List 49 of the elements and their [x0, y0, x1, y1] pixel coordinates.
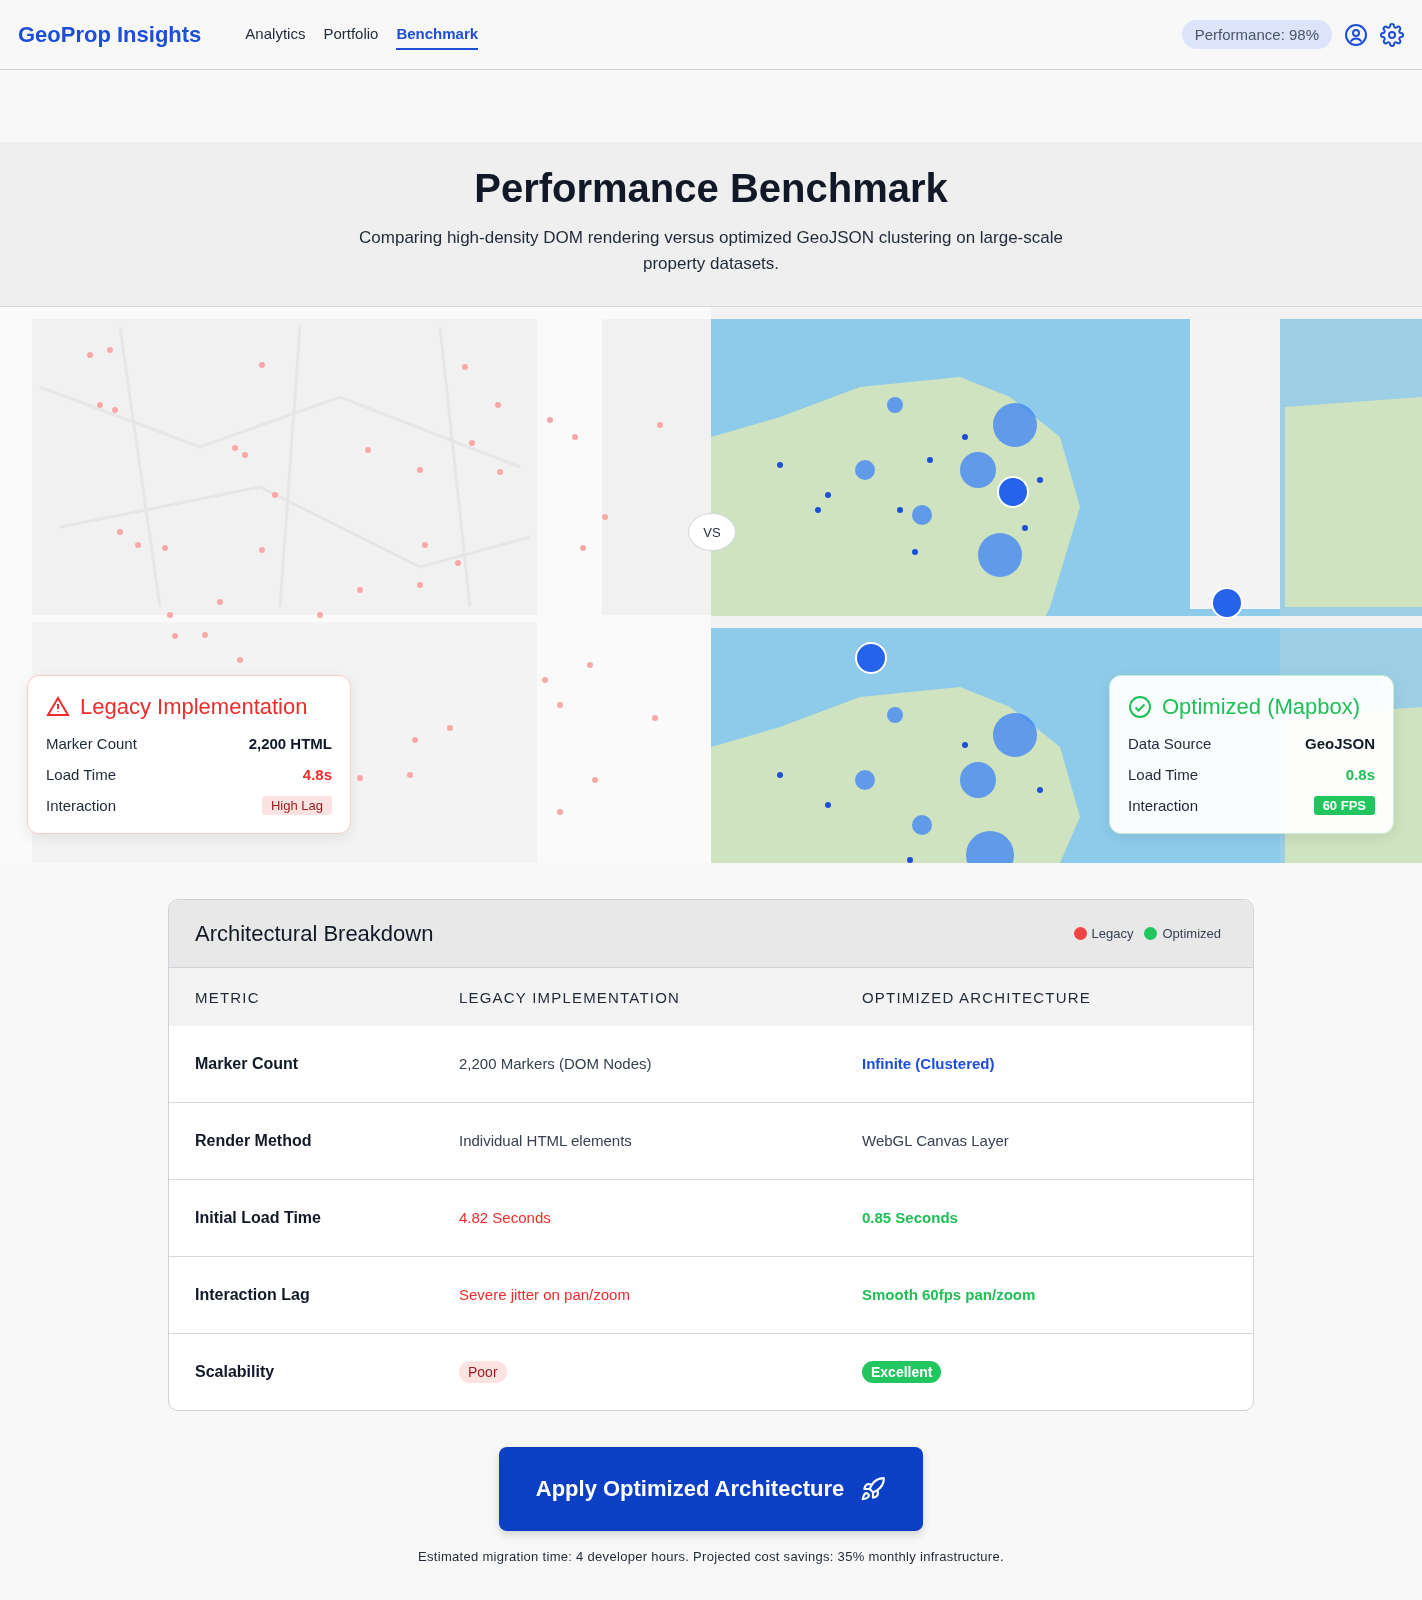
footnote: Estimated migration time: 4 developer hours. Projected cost savings: 35% monthly infrastructure.: [417, 1549, 1005, 1564]
user-icon[interactable]: [1344, 22, 1368, 47]
column-header: LEGACY IMPLEMENTATION: [459, 988, 682, 1006]
rocket-icon: [860, 1476, 887, 1502]
page-title: Performance Benchmark: [474, 166, 948, 211]
table-cell-text: Render Method: [195, 1132, 313, 1150]
metric-label: Interaction: [46, 797, 117, 814]
apply-button[interactable]: Apply Optimized Architecture: [499, 1447, 923, 1531]
card-title: Architectural Breakdown: [195, 920, 434, 947]
performance-badge: Performance: 98%: [1181, 20, 1332, 49]
metric-label: Load Time: [1128, 766, 1199, 783]
settings-icon[interactable]: [1380, 22, 1404, 47]
legend-label: Optimized: [1162, 926, 1221, 941]
nav-tab[interactable]: Portfolio: [323, 19, 379, 50]
metric-value: 4.8s: [302, 766, 332, 783]
status-badge: Poor: [459, 1361, 507, 1383]
metric-label: Marker Count: [46, 735, 137, 752]
column-header: METRIC: [195, 988, 261, 1006]
metric-label: Interaction: [1128, 797, 1199, 814]
status-badge: 60 FPS: [1313, 796, 1375, 815]
metric-value: 0.8s: [1345, 766, 1375, 783]
table-cell-text: Marker Count: [195, 1055, 300, 1073]
table-cell: Smooth 60fps pan/zoom: [862, 1286, 1036, 1303]
metric-label: Data Source: [1128, 735, 1212, 752]
metric-value: GeoJSON: [1304, 735, 1375, 752]
status-badge: High Lag: [261, 796, 332, 815]
table-cell: WebGL Canvas Layer: [862, 1132, 1009, 1149]
table-cell: Severe jitter on pan/zoom: [459, 1286, 630, 1303]
page-subtitle: Comparing high-density DOM rendering versus optimized GeoJSON clustering on large-scale property datasets.: [358, 227, 1064, 275]
table-cell-text: Scalability: [195, 1363, 276, 1381]
metric-label: Load Time: [46, 766, 117, 783]
status-badge: Excellent: [862, 1361, 942, 1383]
table-cell: Infinite (Clustered): [862, 1055, 995, 1072]
column-header: OPTIMIZED ARCHITECTURE: [862, 988, 1092, 1006]
brand-logo[interactable]: GeoProp Insights: [18, 21, 202, 48]
metric-value: 2,200 HTML: [248, 735, 332, 752]
check-circle-icon: [1128, 695, 1152, 719]
table-cell: 2,200 Markers (DOM Nodes): [459, 1055, 652, 1072]
table-cell: 0.85 Seconds: [862, 1209, 958, 1226]
table-cell-text: Initial Load Time: [195, 1209, 322, 1227]
card-title: Legacy Implementation: [80, 694, 308, 720]
legend-label: Legacy: [1091, 926, 1134, 941]
warning-icon: [46, 695, 70, 719]
table-cell-text: Interaction Lag: [195, 1286, 311, 1304]
nav-tab[interactable]: Analytics: [245, 19, 306, 50]
table-cell: Individual HTML elements: [459, 1132, 632, 1149]
table-cell: 4.82 Seconds: [459, 1209, 551, 1226]
card-title: Optimized (Mapbox): [1162, 694, 1361, 720]
nav-tab[interactable]: Benchmark: [396, 19, 479, 50]
